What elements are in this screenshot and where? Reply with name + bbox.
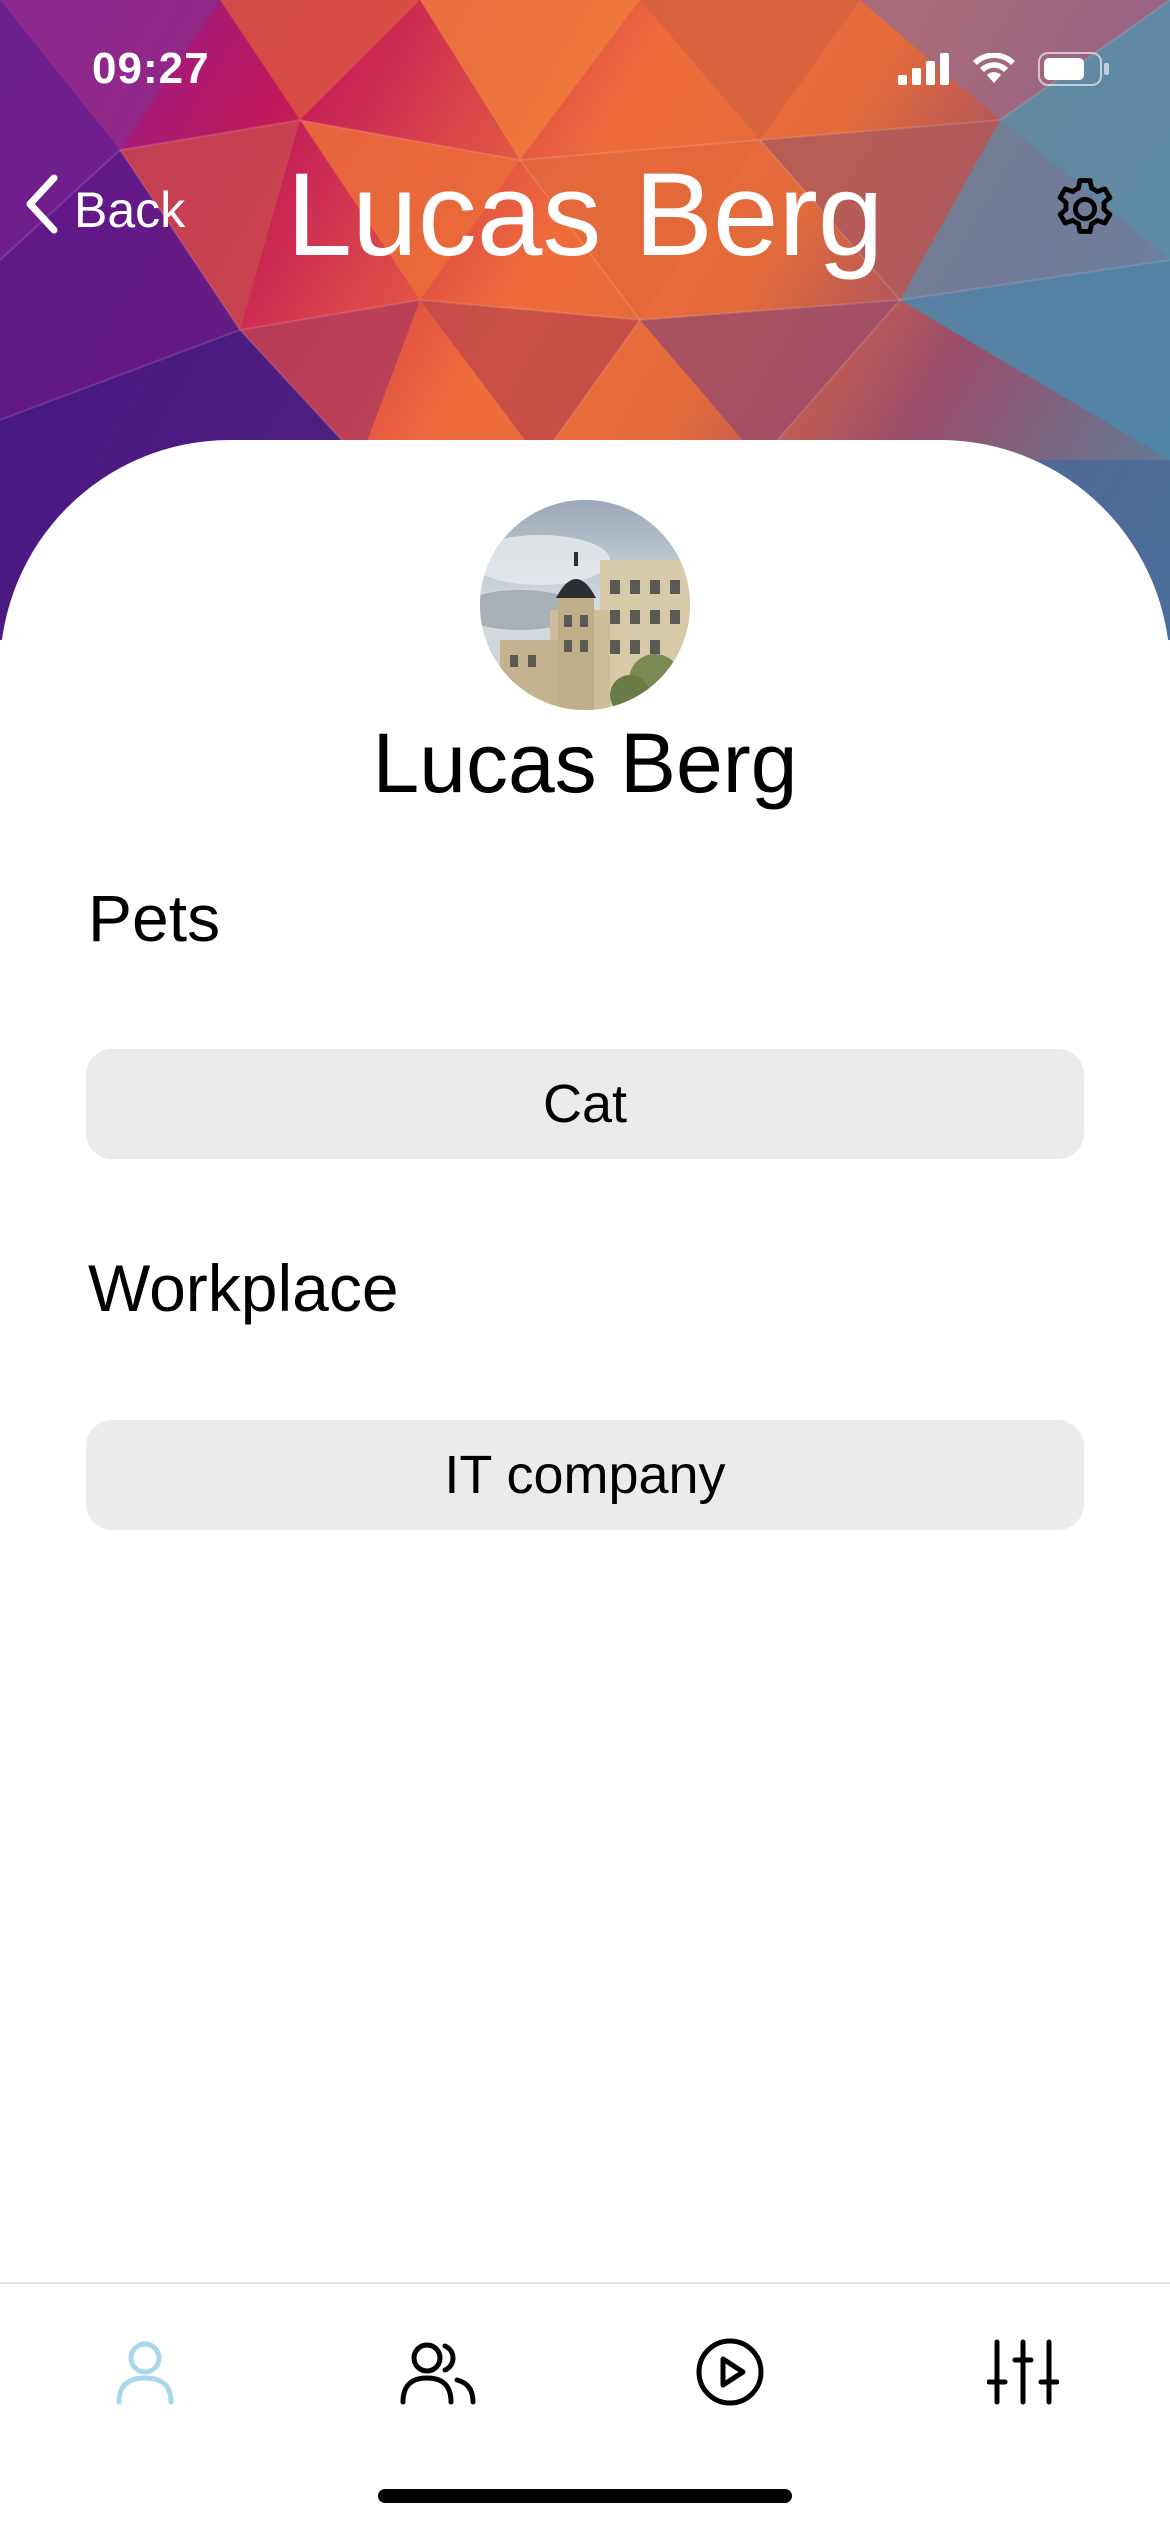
battery-icon	[1038, 52, 1110, 91]
workplace-label: Workplace	[88, 1251, 399, 1325]
home-indicator	[378, 2489, 792, 2503]
person-icon	[113, 2338, 177, 2411]
play-circle-icon	[694, 2336, 766, 2413]
sliders-icon	[986, 2338, 1060, 2411]
status-time: 09:27	[92, 44, 210, 93]
tab-settings[interactable]	[973, 2324, 1073, 2424]
cellular-signal-icon	[898, 53, 950, 90]
tab-play[interactable]	[680, 2324, 780, 2424]
avatar	[480, 500, 690, 710]
pets-label: Pets	[88, 881, 221, 955]
status-icons	[898, 52, 1110, 91]
settings-button[interactable]	[1040, 166, 1130, 256]
people-icon	[399, 2338, 477, 2411]
tab-friends[interactable]	[388, 2324, 488, 2424]
building-photo	[480, 500, 690, 710]
profile-name: Lucas Berg	[372, 716, 798, 810]
tab-profile[interactable]	[95, 2324, 195, 2424]
workplace-value[interactable]: IT company	[86, 1420, 1084, 1530]
gear-icon	[1049, 173, 1121, 250]
wifi-icon	[972, 52, 1016, 90]
pets-value[interactable]: Cat	[86, 1049, 1084, 1159]
page-title: Lucas Berg	[286, 149, 884, 281]
profile-screen: 09:27 Back Lucas Berg Lucas Berg Pets Ca…	[0, 0, 1170, 2532]
